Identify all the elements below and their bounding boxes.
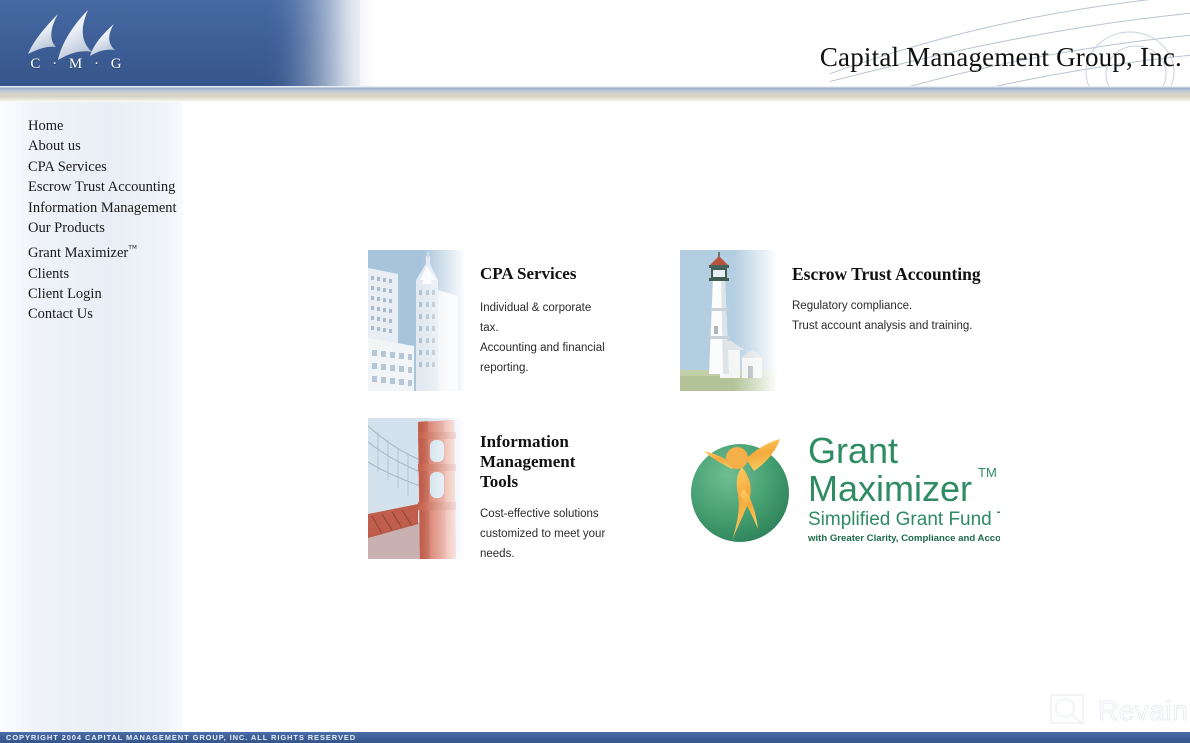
desc-line: Cost-effective solutions [480,508,599,520]
sidebar-item-information-management[interactable]: Information Management [28,198,183,218]
sidebar-item-label: Escrow Trust Accounting [28,179,176,196]
grant-maximizer-word2: Maximizer [808,468,972,509]
sidebar-item-cpa-services[interactable]: CPA Services [28,157,183,177]
grant-maximizer-logo: Grant Maximizer TM Simplified Grant Fund… [691,430,1000,544]
desc-line: Regulatory compliance. [792,300,913,312]
grant-maximizer-tm: TM [978,465,997,480]
card-description: Individual & corporate tax. Accounting a… [480,298,606,378]
sidebar-item-label: Grant Maximizer [28,245,129,262]
card-description: Regulatory compliance. Trust account ana… [792,296,994,336]
grant-maximizer-word1: Grant [808,430,898,471]
cmg-logo-letters: C · M · G [30,56,126,72]
sidebar-item-label: About us [28,138,81,155]
card-grant-maximizer[interactable]: Grant Maximizer TM Simplified Grant Fund… [680,418,1000,559]
sidebar-item-label: Clients [28,265,70,282]
card-title: Information Management Tools [480,432,606,492]
chrysler-building-photo [368,250,466,391]
chrysler-building-illustration [368,250,466,391]
sidebar-item-label: Information Management [28,199,177,216]
sidebar-item-client-login[interactable]: Client Login [28,284,183,304]
sidebar-item-grant-maximizer[interactable]: Grant Maximizer™ [28,238,183,263]
desc-line: Individual & corporate tax. [480,302,592,334]
page-root: C · M · G Capital Management Group, Inc.… [0,0,1190,743]
site-header: C · M · G Capital Management Group, Inc. [0,0,1190,92]
sidebar-item-label: Home [28,118,64,134]
card-title: Escrow Trust Accounting [792,264,981,284]
sidebar-item-clients[interactable]: Clients [28,264,183,284]
desc-line: Trust account analysis and training. [792,320,973,332]
copyright-text: COPYRIGHT 2004 CAPITAL MANAGEMENT GROUP,… [6,733,357,742]
sidebar-item-label: Our Products [28,220,105,237]
sidebar: Home About us CPA Services Escrow Trust … [0,102,183,732]
card-description: Cost-effective solutions customized to m… [480,504,606,559]
card-grant-body: Grant Maximizer TM Simplified Grant Fund… [680,418,1000,559]
card-information-management-tools[interactable]: Information Management Tools Cost-effect… [368,418,612,559]
card-escrow-body: Escrow Trust Accounting Regulatory compl… [778,250,1000,391]
desc-line: reporting. [480,362,529,374]
header-divider-band [0,86,1190,102]
grant-maximizer-tagline: Simplified Grant Fund Tracking [808,509,1000,530]
grant-maximizer-subtagline: with Greater Clarity, Compliance and Acc… [807,533,1000,544]
lighthouse-photo [680,250,778,391]
card-infomgmt-body: Information Management Tools Cost-effect… [466,418,612,559]
site-footer: COPYRIGHT 2004 CAPITAL MANAGEMENT GROUP,… [0,732,1190,743]
sidebar-item-label: Client Login [28,286,102,303]
sidebar-item-label: CPA Services [28,158,107,175]
sidebar-item-about-us[interactable]: About us [28,136,183,156]
sidebar-item-label: Contact Us [28,306,93,323]
main-content: CPA Services Individual & corporate tax.… [183,102,1190,732]
sidebar-item-our-products[interactable]: Our Products [28,218,183,238]
card-title-line1: Information [480,432,569,451]
card-title: CPA Services [480,264,577,283]
sidebar-item-contact-us[interactable]: Contact Us [28,304,183,324]
trademark-symbol: ™ [128,243,138,254]
card-cpa-services[interactable]: CPA Services Individual & corporate tax.… [368,250,612,391]
desc-line: customized to meet your needs. [480,528,606,559]
sidebar-item-escrow-trust-accounting[interactable]: Escrow Trust Accounting [28,177,183,197]
card-cpa-body: CPA Services Individual & corporate tax.… [466,250,612,391]
golden-gate-bridge-illustration [368,418,466,559]
golden-gate-bridge-photo [368,418,466,559]
main-navigation: Home About us CPA Services Escrow Trust … [28,116,183,325]
card-title-line2: Management Tools [480,452,576,491]
sidebar-item-home[interactable]: Home [28,116,183,136]
card-escrow-trust-accounting[interactable]: Escrow Trust Accounting Regulatory compl… [680,250,1000,391]
lighthouse-illustration [680,250,778,391]
desc-line: Accounting and financial [480,342,605,354]
company-name: Capital Management Group, Inc. [819,42,1182,72]
